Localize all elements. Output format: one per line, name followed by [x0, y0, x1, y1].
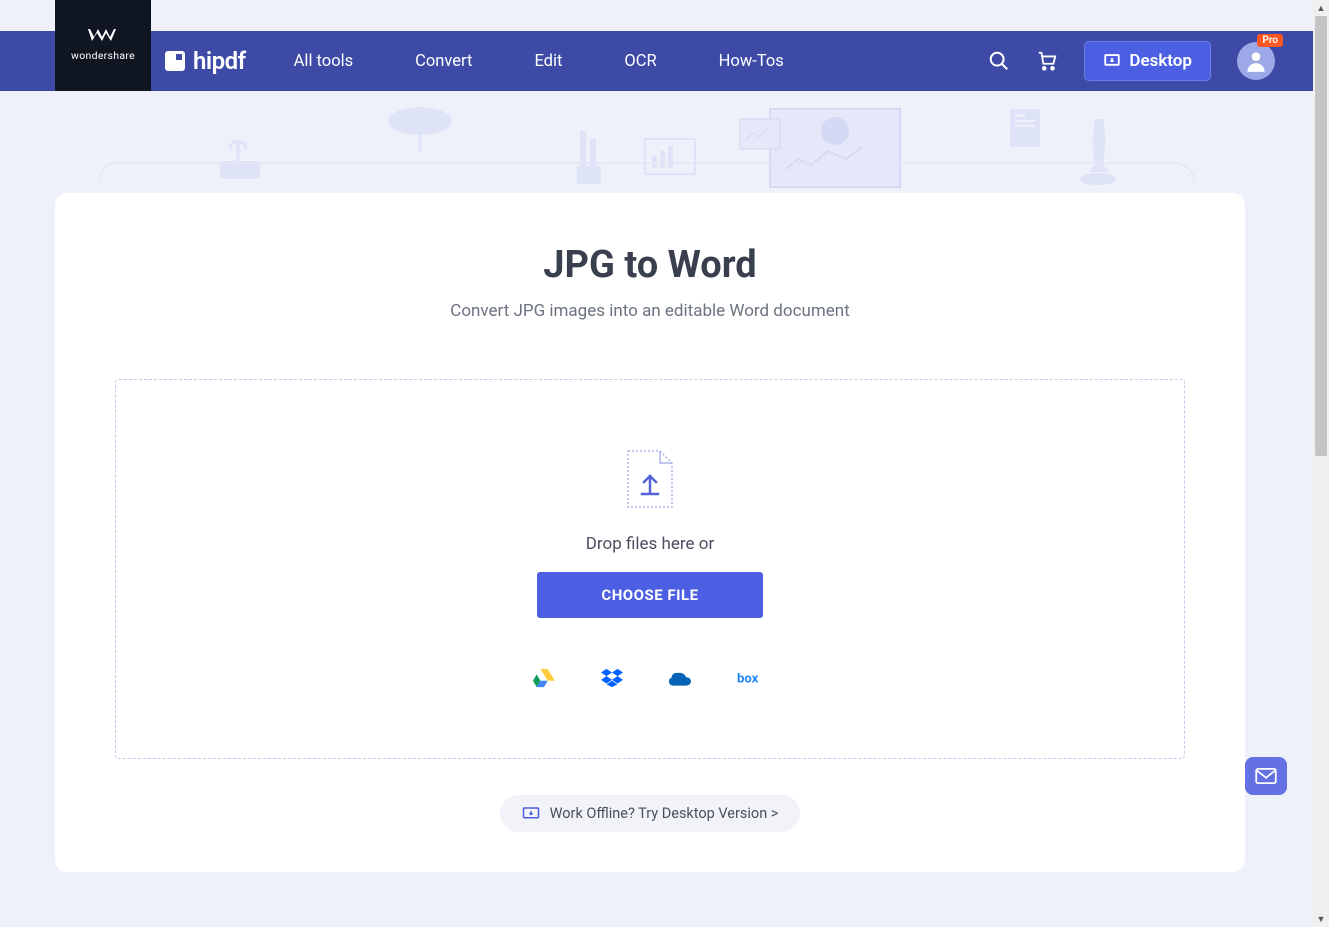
- onedrive-icon[interactable]: [669, 668, 691, 688]
- offline-link-text: Work Offline? Try Desktop Version >: [550, 805, 779, 822]
- feedback-button[interactable]: [1245, 757, 1287, 795]
- wondershare-logo[interactable]: wondershare: [55, 0, 151, 91]
- nav-edit[interactable]: Edit: [534, 52, 562, 71]
- cart-icon[interactable]: [1036, 50, 1058, 72]
- wondershare-icon: [88, 29, 118, 43]
- hipdf-logo[interactable]: hipdf: [165, 47, 246, 75]
- hipdf-icon: [165, 51, 185, 71]
- drop-text: Drop files here or: [586, 534, 714, 554]
- nav-all-tools[interactable]: All tools: [294, 52, 353, 71]
- mail-icon: [1255, 768, 1277, 784]
- main-nav: All tools Convert Edit OCR How-Tos: [294, 52, 784, 71]
- avatar-icon: [1243, 48, 1269, 74]
- scroll-up-arrow[interactable]: ▲: [1313, 0, 1329, 16]
- desktop-button-label: Desktop: [1129, 51, 1192, 71]
- box-icon[interactable]: box: [737, 668, 767, 688]
- vertical-scrollbar[interactable]: ▲ ▼: [1313, 0, 1329, 927]
- svg-text:box: box: [737, 672, 759, 687]
- desktop-small-icon: [522, 806, 540, 822]
- offline-link[interactable]: Work Offline? Try Desktop Version >: [500, 795, 801, 832]
- page-title: JPG to Word: [55, 243, 1245, 287]
- pro-badge: Pro: [1257, 34, 1283, 47]
- hipdf-text: hipdf: [193, 47, 246, 75]
- nav-how-tos[interactable]: How-Tos: [719, 52, 784, 71]
- search-icon[interactable]: [988, 50, 1010, 72]
- wondershare-text: wondershare: [71, 49, 135, 62]
- main-header: wondershare hipdf All tools Convert Edit…: [0, 31, 1313, 91]
- dropbox-icon[interactable]: [601, 668, 623, 688]
- cloud-sources: box: [533, 668, 767, 688]
- main-card: JPG to Word Convert JPG images into an e…: [55, 193, 1245, 872]
- upload-file-icon: [627, 450, 673, 508]
- google-drive-icon[interactable]: [533, 668, 555, 688]
- nav-convert[interactable]: Convert: [415, 52, 472, 71]
- download-icon: [1103, 52, 1121, 70]
- file-dropzone[interactable]: Drop files here or CHOOSE FILE box: [115, 379, 1185, 759]
- avatar[interactable]: Pro: [1237, 42, 1275, 80]
- choose-file-button[interactable]: CHOOSE FILE: [537, 572, 762, 618]
- desktop-button[interactable]: Desktop: [1084, 41, 1211, 81]
- nav-ocr[interactable]: OCR: [624, 52, 656, 71]
- scrollbar-thumb[interactable]: [1315, 16, 1327, 456]
- page-subtitle: Convert JPG images into an editable Word…: [55, 301, 1245, 321]
- scroll-down-arrow[interactable]: ▼: [1313, 911, 1329, 927]
